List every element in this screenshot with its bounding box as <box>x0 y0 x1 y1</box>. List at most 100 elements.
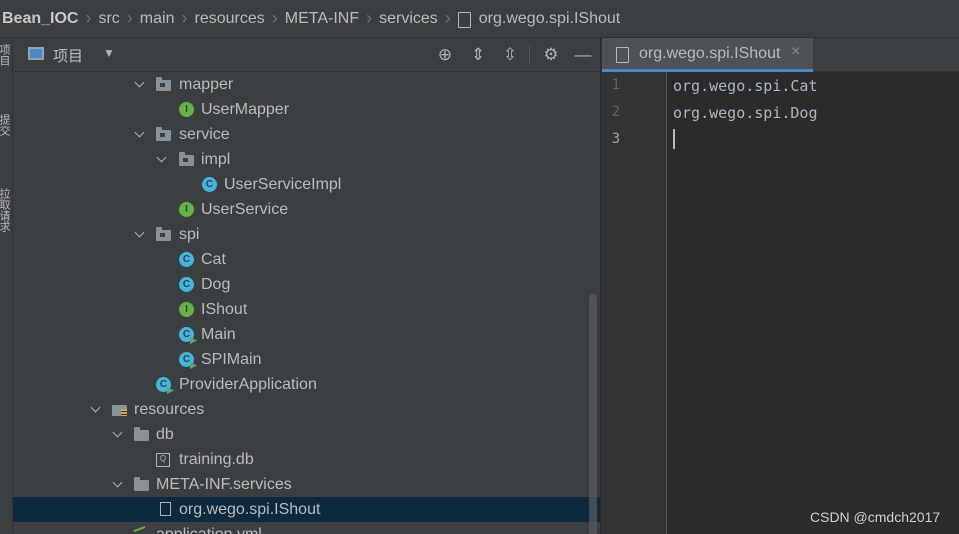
breadcrumb-meta-inf[interactable]: META-INF <box>285 10 359 28</box>
folder-icon <box>134 427 149 441</box>
tree-row-interface[interactable]: I UserService <box>13 197 600 222</box>
tree-row-file[interactable]: application.yml <box>13 522 600 534</box>
interface-icon: I <box>179 102 194 117</box>
tree-item-label: UserMapper <box>201 101 290 118</box>
line-number: 1 <box>611 77 620 93</box>
tree-item-label: UserServiceImpl <box>224 176 342 193</box>
tree-item-label: service <box>179 126 230 143</box>
tree-item-label: ProviderApplication <box>179 376 317 393</box>
tree-item-label: UserService <box>201 201 289 218</box>
chevron-down-icon[interactable] <box>112 472 124 497</box>
tree-item-label: db <box>156 426 174 443</box>
tree-row-folder[interactable]: service <box>13 122 600 147</box>
resources-folder-icon <box>112 405 127 416</box>
tree-row-folder[interactable]: db <box>13 422 600 447</box>
project-panel-title[interactable]: 项目 <box>53 45 83 66</box>
breadcrumb-services[interactable]: services <box>379 10 438 28</box>
runnable-class-icon: C <box>179 327 197 344</box>
tree-scrollbar[interactable] <box>589 294 597 534</box>
collapse-all-icon[interactable]: ⇳ <box>499 44 521 66</box>
tree-row-class[interactable]: C UserServiceImpl <box>13 172 600 197</box>
spring-app-icon: C <box>156 377 174 394</box>
class-icon: C <box>179 277 194 292</box>
view-dropdown-icon[interactable]: ▼ <box>103 46 115 60</box>
tree-row-folder[interactable]: resources <box>13 397 600 422</box>
breadcrumb-chevron-icon: › <box>85 8 92 28</box>
tree-row-interface[interactable]: I IShout <box>13 297 600 322</box>
tree-item-label: Dog <box>201 276 231 293</box>
editor-tab-label: org.wego.spi.IShout <box>639 44 781 62</box>
interface-icon: I <box>179 302 194 317</box>
folder-icon <box>134 477 149 491</box>
project-view-icon <box>28 47 44 60</box>
project-tree: mapper I UserMapper service impl C UserS… <box>13 72 600 534</box>
breadcrumb-project[interactable]: Bean_IOC <box>0 10 78 28</box>
toolstrip-tab-commit[interactable]: 提交 <box>0 114 12 164</box>
tree-row-folder[interactable]: mapper <box>13 72 600 97</box>
close-icon[interactable]: × <box>791 43 800 61</box>
chevron-down-icon[interactable] <box>112 422 124 447</box>
chevron-down-icon[interactable] <box>134 72 146 97</box>
chevron-down-icon[interactable] <box>134 122 146 147</box>
folder-icon <box>179 152 194 166</box>
chevron-down-icon[interactable] <box>156 147 168 172</box>
tree-row-file[interactable]: Q training.db <box>13 447 600 472</box>
tree-item-label: impl <box>201 151 231 168</box>
breadcrumb-file[interactable]: org.wego.spi.IShout <box>479 10 620 28</box>
tree-row-class[interactable]: C Main <box>13 322 600 347</box>
gear-icon[interactable]: ⚙ <box>540 44 562 66</box>
code-area[interactable]: org.wego.spi.Cat org.wego.spi.Dog <box>667 72 959 534</box>
chevron-down-icon[interactable] <box>134 222 146 247</box>
tree-item-label: mapper <box>179 76 234 93</box>
tree-item-label: training.db <box>179 451 254 468</box>
project-panel-header: 项目 ▼ ⊕ ⇕ ⇳ ⚙ — <box>13 38 600 72</box>
tree-item-label: Main <box>201 326 236 343</box>
folder-icon <box>156 77 171 91</box>
tree-row-folder[interactable]: spi <box>13 222 600 247</box>
tree-row-class[interactable]: C Cat <box>13 247 600 272</box>
breadcrumb-chevron-icon: › <box>181 8 188 28</box>
tool-window-strip: 项目 提交 拉取请求 <box>0 38 13 534</box>
tree-item-label: resources <box>134 401 205 418</box>
runnable-class-icon: C <box>179 352 197 369</box>
file-icon <box>616 46 629 63</box>
breadcrumb-chevron-icon: › <box>444 8 451 28</box>
database-file-icon: Q <box>156 453 170 467</box>
yaml-file-icon <box>133 526 147 534</box>
file-icon <box>457 11 471 28</box>
code-line: org.wego.spi.Dog <box>673 104 818 122</box>
tree-item-label: META-INF.services <box>156 476 292 493</box>
editor-panel: org.wego.spi.IShout × 1 2 3 org.wego.spi… <box>601 38 959 534</box>
tree-row-interface[interactable]: I UserMapper <box>13 97 600 122</box>
tree-row-folder[interactable]: META-INF.services <box>13 472 600 497</box>
line-number: 2 <box>611 104 620 120</box>
header-divider <box>529 46 530 64</box>
tree-item-label: Cat <box>201 251 226 268</box>
tree-item-label: IShout <box>201 301 248 318</box>
tree-row-folder[interactable]: impl <box>13 147 600 172</box>
folder-icon <box>156 127 171 141</box>
locate-icon[interactable]: ⊕ <box>434 44 456 66</box>
file-icon <box>160 502 171 516</box>
tree-row-class[interactable]: C Dog <box>13 272 600 297</box>
toolstrip-tab-project[interactable]: 项目 <box>0 44 12 82</box>
breadcrumb-main[interactable]: main <box>140 10 175 28</box>
class-icon: C <box>202 177 217 192</box>
expand-all-icon[interactable]: ⇕ <box>467 44 489 66</box>
class-icon: C <box>179 252 194 267</box>
minimize-icon[interactable]: — <box>572 44 594 66</box>
tree-item-label: org.wego.spi.IShout <box>179 501 321 518</box>
editor-tab[interactable]: org.wego.spi.IShout × <box>602 38 813 72</box>
tree-row-class[interactable]: C ProviderApplication <box>13 372 600 397</box>
folder-icon <box>156 227 171 241</box>
code-line: org.wego.spi.Cat <box>673 77 818 95</box>
tree-row-file-selected[interactable]: org.wego.spi.IShout <box>13 497 600 522</box>
navigation-breadcrumb: Bean_IOC › src › main › resources › META… <box>0 0 959 38</box>
tree-row-class[interactable]: C SPIMain <box>13 347 600 372</box>
breadcrumb-resources[interactable]: resources <box>194 10 264 28</box>
chevron-down-icon[interactable] <box>90 397 102 422</box>
tree-item-label: application.yml <box>156 522 262 534</box>
toolstrip-tab-pull-requests[interactable]: 拉取请求 <box>0 188 12 258</box>
breadcrumb-src[interactable]: src <box>98 10 119 28</box>
tree-item-label: SPIMain <box>201 351 262 368</box>
